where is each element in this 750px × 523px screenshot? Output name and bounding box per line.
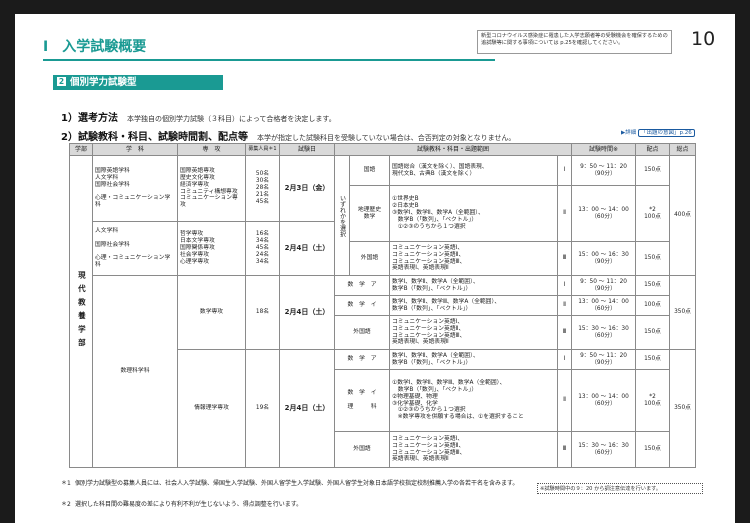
timing-note-box: ※試験時間中の９：20 から調注意伝達を行います。	[537, 483, 703, 494]
subsection-band: 2 個別学力試験型	[53, 75, 223, 90]
section-heading: Ⅰ 入学試験概要	[43, 39, 147, 55]
detail-link[interactable]: ▶詳細 「出題の意図」p.26	[621, 128, 695, 137]
score-i1: 150点	[635, 349, 671, 370]
period-i3: Ⅲ	[556, 431, 573, 468]
total-350-b: 350点	[669, 349, 697, 468]
heading-rule	[43, 59, 495, 61]
major-cell-g1: 国際英語専攻 歴史文化専攻 経済学専攻 コミュニティ構想専攻 コミュニケーション…	[177, 155, 246, 222]
range-chireki: ①世界史B ②日本史B ③数学Ⅰ、数学Ⅱ、数学A（全範囲）、 数学B（「数列」、…	[389, 185, 558, 242]
time-1: 9：50 ～ 11：20 （90分）	[571, 155, 637, 186]
time-i1: 9：50 ～ 11：20 （90分）	[571, 349, 637, 370]
quota-cell-g2: 16名 34名 45名 24名 34名	[245, 221, 280, 276]
footnote-1: ＊1 個別学力試験型の募集人員には、社会人入学試験、帰国生入学試験、外国人留学生入…	[61, 480, 519, 487]
period-m2: Ⅱ	[556, 295, 573, 316]
quota-info: 19名	[245, 349, 280, 468]
period-1: Ⅰ	[556, 155, 573, 186]
quota-cell-g1: 50名 30名 28名 21名 45名	[245, 155, 280, 222]
time-i3: 15：30 ～ 16：30 （60分）	[571, 431, 637, 468]
subjects-text: 本学が指定した試験科目を受験していない場合は、合否判定の対象となりません。	[256, 134, 516, 142]
detail-arrow: ▶詳細	[621, 130, 637, 136]
detail-badge: 「出題の意図」p.26	[637, 129, 695, 137]
subsection-title: 個別学力試験型	[70, 77, 137, 88]
date-cell-g1: 2月3日（金）	[279, 155, 335, 222]
time-m2: 13：00 ～ 14：00 （60分）	[571, 295, 637, 316]
footnote-2: ＊2 選択した科目間の難易度の差により有利不利が生じないよう、得点調整を行います。	[61, 501, 303, 508]
selection-method-line: 1）選考方法 本学独自の個別学力試験（３科目）によって合格者を決定します。	[61, 109, 336, 124]
time-m3: 15：30 ～ 16：30 （60分）	[571, 315, 637, 350]
dept-math: 数理科学科	[92, 275, 178, 468]
dept-cell-g2: 人文学科 国際社会学科 心理・コミュニケーション学科	[92, 221, 178, 276]
subjects-label: 2）試験教科・科目、試験時間割、配点等	[61, 132, 248, 143]
major-info: 情報理学専攻	[177, 349, 246, 468]
subject-chireki: 地理歴史 数学	[349, 185, 390, 242]
date-cell-g2: 2月4日（土）	[279, 221, 335, 276]
subsection-number: 2	[57, 77, 66, 86]
period-i1: Ⅰ	[556, 349, 573, 370]
score-3: 150点	[635, 241, 671, 276]
score-2: *2 100点	[635, 185, 671, 242]
date-info: 2月4日（土）	[279, 349, 335, 468]
table-header-row: 学部 学 科 専 攻 募集人員＊1 試験日 試験教科・科目・出題範囲 試験時間※…	[69, 143, 697, 156]
range-kokugo: 国語総合（漢文を除く）、国語表現、 現代文B、古典B（漢文を除く）	[389, 155, 558, 186]
range-math-a-2: 数学Ⅰ、数学Ⅱ、数学A（全範囲）、 数学B（「数列」、「ベクトル」）	[389, 349, 558, 370]
method-label: 1）選考方法	[61, 113, 118, 124]
quota-math: 18名	[245, 275, 280, 350]
range-eigo-1: コミュニケーション英語Ⅰ、 コミュニケーション英語Ⅱ、 コミュニケーション英語Ⅲ…	[389, 241, 558, 276]
time-3: 15：00 ～ 16：30 （90分）	[571, 241, 637, 276]
subject-math-ri: 数 学 イ 理 科	[334, 369, 390, 432]
subject-math-a-2: 数 学 ア	[334, 349, 390, 370]
document-page: Ⅰ 入学試験概要 新型コロナウイルス感染症に罹患した入学志願者等の受験機会を確保…	[15, 14, 735, 523]
table-row: 数理科学科 数学専攻 18名 2月4日（土） 数 学 ア 数学Ⅰ、数学Ⅱ、数学A…	[70, 275, 697, 468]
major-cell-g2: 哲学専攻 日本文学専攻 国際関係専攻 社会学専攻 心理学専攻	[177, 221, 246, 276]
either-cell: いずれかを選択	[334, 155, 350, 276]
time-2: 13：00 ～ 14：00 （60分）	[571, 185, 637, 242]
range-eigo-2: コミュニケーション英語Ⅰ、 コミュニケーション英語Ⅱ、 コミュニケーション英語Ⅲ…	[389, 315, 558, 350]
header-total: 総点	[669, 143, 697, 156]
subject-math-i: 数 学 イ	[334, 295, 390, 316]
score-i3: 150点	[635, 431, 671, 468]
header-subjects: 試験教科・科目・出題範囲	[333, 143, 573, 156]
period-3: Ⅲ	[556, 241, 573, 276]
period-m1: Ⅰ	[556, 275, 573, 296]
period-i2: Ⅱ	[556, 369, 573, 432]
total-400: 400点	[669, 155, 697, 276]
range-math-a: 数学Ⅰ、数学Ⅱ、数学A（全範囲）、 数学B（「数列」、「ベクトル」）	[389, 275, 558, 296]
faculty-cell: 現代教養学部	[69, 155, 93, 468]
score-m1: 150点	[635, 275, 671, 296]
subject-gaikoku-1: 外国語	[349, 241, 390, 276]
page-number: 10	[691, 28, 716, 50]
subject-kokugo: 国語	[349, 155, 390, 186]
subject-gaikoku-3: 外国語	[334, 431, 390, 468]
header-score: 配点	[635, 143, 671, 156]
header-time: 試験時間※	[571, 143, 637, 156]
score-m2: 100点	[635, 295, 671, 316]
table-row: 現代教養学部 国際英語学科 人文学科 国際社会学科 心理・コミュニケーション学科…	[69, 155, 697, 468]
period-m3: Ⅲ	[556, 315, 573, 350]
exam-schedule-table: 学部 学 科 専 攻 募集人員＊1 試験日 試験教科・科目・出題範囲 試験時間※…	[69, 143, 697, 468]
subject-gaikoku-2: 外国語	[334, 315, 390, 350]
time-i2: 13：00 ～ 14：00 （60分）	[571, 369, 637, 432]
header-dept: 学 科	[92, 143, 178, 156]
method-text: 本学独自の個別学力試験（３科目）によって合格者を決定します。	[126, 115, 336, 123]
header-major: 専 攻	[177, 143, 246, 156]
subjects-line: 2）試験教科・科目、試験時間割、配点等 本学が指定した試験科目を受験していない場…	[61, 128, 515, 143]
period-2: Ⅱ	[556, 185, 573, 242]
range-eigo-3: コミュニケーション英語Ⅰ、 コミュニケーション英語Ⅱ、 コミュニケーション英語Ⅲ…	[389, 431, 558, 468]
score-i2: *2 100点	[635, 369, 671, 432]
total-350-a: 350点	[669, 275, 697, 350]
covid-note: 新型コロナウイルス感染症に罹患した入学志願者等の受験機会を確保するための追試験等…	[477, 30, 672, 54]
major-math: 数学専攻	[177, 275, 246, 350]
time-m1: 9：50 ～ 11：20 （90分）	[571, 275, 637, 296]
score-1: 150点	[635, 155, 671, 186]
score-m3: 150点	[635, 315, 671, 350]
range-math-i: 数学Ⅰ、数学Ⅱ、数学Ⅲ、数学A（全範囲）、 数学B（「数列」、「ベクトル」）	[389, 295, 558, 316]
date-math: 2月4日（土）	[279, 275, 335, 350]
header-date: 試験日	[279, 143, 335, 156]
range-math-ri: ①数学Ⅰ、数学Ⅱ、数学Ⅲ、数学A（全範囲）、 数学B（「数列」、「ベクトル」） …	[389, 369, 558, 432]
header-quota: 募集人員＊1	[245, 143, 280, 156]
header-faculty: 学部	[69, 143, 93, 156]
subject-math-a: 数 学 ア	[334, 275, 390, 296]
dept-cell-g1: 国際英語学科 人文学科 国際社会学科 心理・コミュニケーション学科	[92, 155, 178, 222]
